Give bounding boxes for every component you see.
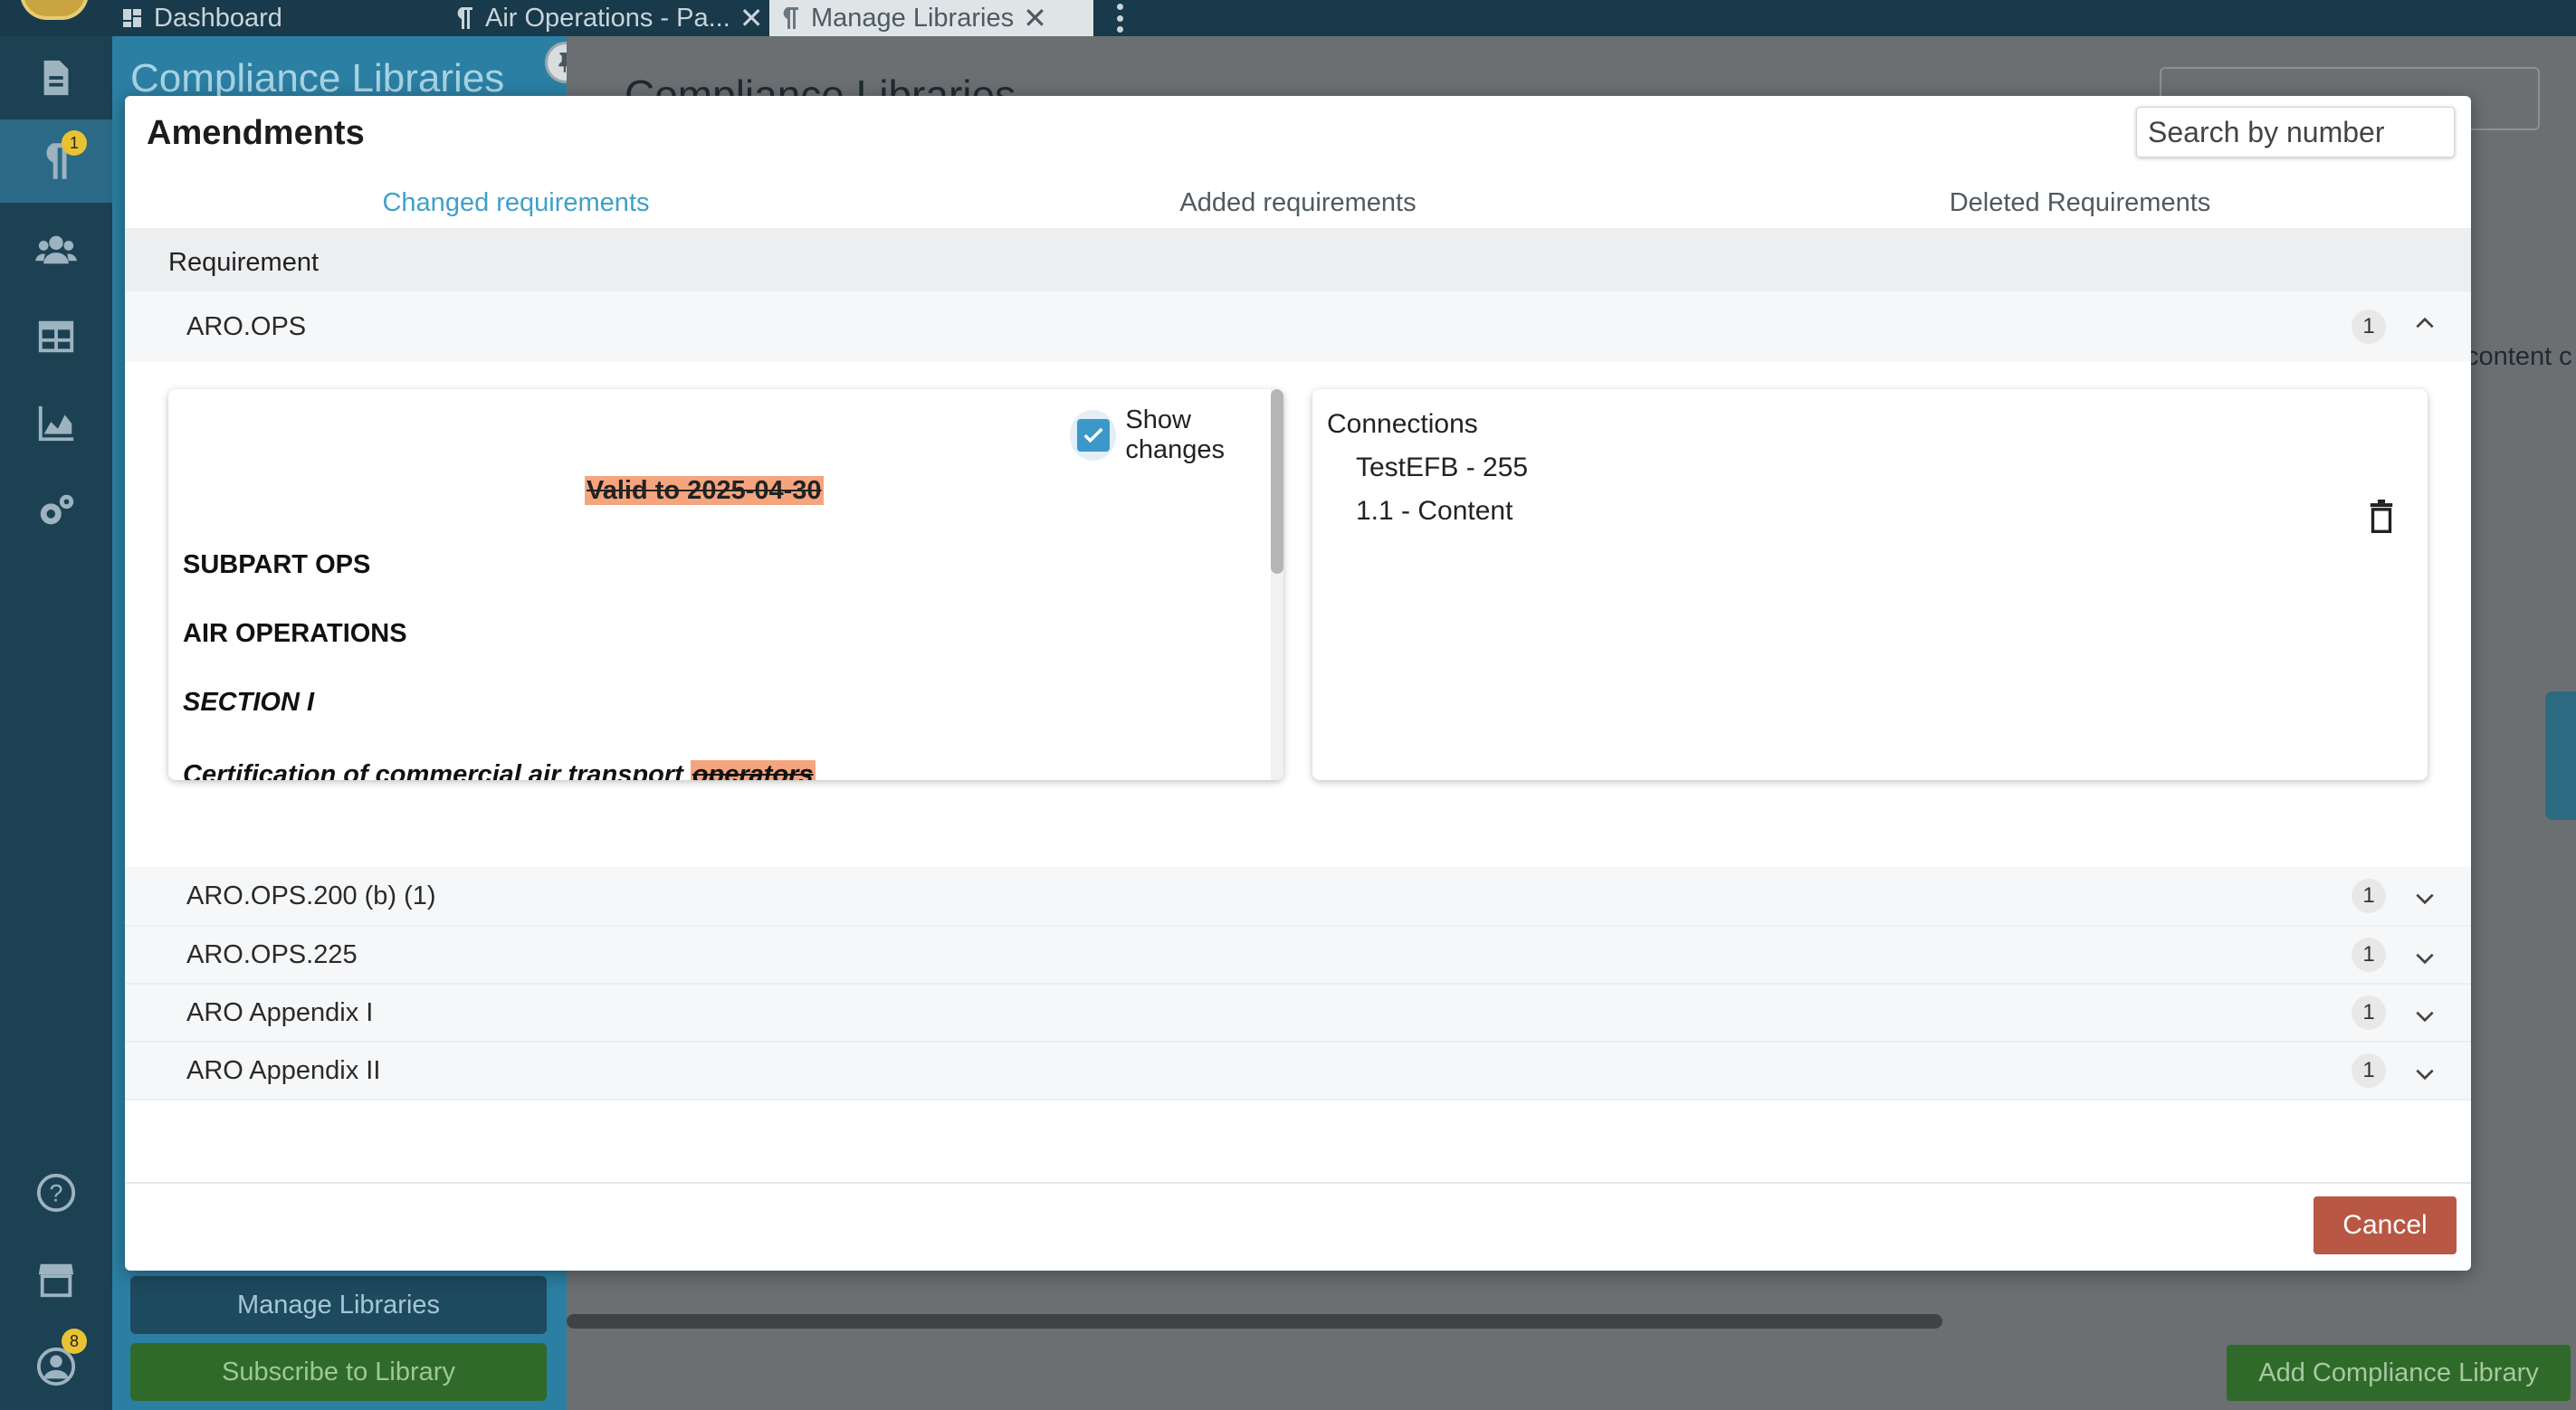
connection-item: TestEFB - 255: [1356, 453, 1529, 482]
tab-dashboard[interactable]: Dashboard: [112, 0, 438, 36]
requirement-label: ARO Appendix II: [186, 1055, 381, 1085]
table-row[interactable]: ARO.OPS 1: [125, 291, 2471, 364]
tab-label: Manage Libraries: [811, 3, 1015, 33]
store-icon: [38, 1263, 74, 1298]
help-tab[interactable]: [2545, 691, 2576, 820]
count-badge: 1: [2352, 938, 2386, 972]
show-changes-checkbox[interactable]: [1070, 410, 1117, 461]
rail-item-settings[interactable]: [0, 469, 112, 552]
more-tabs-icon[interactable]: [1117, 4, 1124, 33]
app-logo: [20, 0, 89, 20]
tab-changed-requirements[interactable]: Changed requirements: [125, 174, 907, 232]
help-icon: ?: [36, 1173, 76, 1213]
cancel-button[interactable]: Cancel: [2314, 1196, 2457, 1254]
connections-card: Connections TestEFB - 255 1.1 - Content: [1312, 389, 2428, 780]
connection-item: 1.1 - Content: [1356, 496, 1513, 526]
footer-divider: [125, 1182, 2471, 1184]
requirement-label: ARO.OPS.200 (b) (1): [186, 881, 436, 910]
valid-to-removed: Valid to 2025-04-30: [585, 476, 824, 505]
table-header: Requirement: [125, 228, 2471, 297]
paragraph-icon: [783, 7, 798, 29]
doc-line-certification: Certification of commercial air transpor…: [183, 760, 816, 780]
top-tab-bar: Dashboard Air Operations - Pa... ✕ Manag…: [0, 0, 2576, 36]
amendments-dialog: Amendments Changed requirements Added re…: [125, 96, 2471, 1271]
tab-added-requirements[interactable]: Added requirements: [907, 174, 1689, 232]
manage-libraries-button[interactable]: Manage Libraries: [130, 1276, 547, 1334]
dialog-title: Amendments: [147, 114, 365, 152]
amendment-tabs: Changed requirements Added requirements …: [125, 174, 2471, 232]
chevron-down-icon[interactable]: [2411, 885, 2438, 912]
table-row[interactable]: ARO.OPS.200 (b) (1) 1: [125, 867, 2471, 927]
show-changes-toggle[interactable]: Show changes: [1070, 405, 1283, 465]
rail-item-reports[interactable]: [0, 382, 112, 465]
tab-air-operations[interactable]: Air Operations - Pa... ✕: [444, 0, 766, 36]
notification-badge: 1: [62, 130, 87, 156]
requirement-text-card: Show changes Valid to 2025-04-30 SUBPART…: [168, 389, 1283, 780]
doc-line-section: SECTION I: [183, 688, 315, 717]
svg-text:?: ?: [50, 1180, 63, 1207]
document-icon: [43, 60, 69, 96]
chevron-down-icon[interactable]: [2411, 1003, 2438, 1030]
requirement-label: ARO.OPS.225: [186, 939, 358, 969]
settings-icon: [40, 494, 74, 525]
table-row[interactable]: ARO Appendix II 1: [125, 1043, 2471, 1100]
tab-deleted-requirements[interactable]: Deleted Requirements: [1689, 174, 2471, 232]
nav-rail: 1 ? 8: [0, 36, 112, 1410]
connections-title: Connections: [1327, 409, 1478, 439]
table-icon: [38, 320, 74, 353]
rail-item-help[interactable]: ?: [0, 1151, 112, 1234]
notification-badge: 8: [62, 1329, 87, 1354]
subscribe-library-button[interactable]: Subscribe to Library: [130, 1343, 547, 1401]
rail-item-libraries[interactable]: 1: [0, 119, 112, 203]
panel-title: Compliance Libraries: [130, 56, 505, 100]
count-badge: 1: [2352, 879, 2386, 913]
content-snippet: content c: [2466, 342, 2572, 371]
count-badge: 1: [2352, 1053, 2386, 1088]
requirement-label: ARO Appendix I: [186, 997, 374, 1027]
tab-label: Dashboard: [154, 3, 282, 33]
count-badge: 1: [2352, 310, 2386, 344]
search-input[interactable]: [2136, 107, 2455, 157]
rail-item-tables[interactable]: [0, 295, 112, 378]
chevron-down-icon[interactable]: [2411, 945, 2438, 972]
close-icon[interactable]: ✕: [1023, 1, 1047, 35]
check-icon: [1083, 427, 1103, 443]
chevron-down-icon[interactable]: [2411, 1061, 2438, 1088]
trash-icon[interactable]: [2366, 500, 2397, 534]
rail-item-users[interactable]: [0, 208, 112, 291]
table-row[interactable]: ARO Appendix I 1: [125, 985, 2471, 1043]
rail-item-account[interactable]: 8: [0, 1325, 112, 1408]
show-changes-label: Show changes: [1125, 405, 1226, 464]
tab-manage-libraries[interactable]: Manage Libraries ✕: [769, 0, 1093, 36]
rail-item-documents[interactable]: [0, 36, 112, 119]
removed-text: operators: [690, 760, 816, 780]
table-row[interactable]: ARO.OPS.225 1: [125, 927, 2471, 985]
requirement-label: ARO.OPS: [186, 311, 307, 341]
count-badge: 1: [2352, 996, 2386, 1030]
add-compliance-library-button[interactable]: Add Compliance Library: [2227, 1345, 2571, 1401]
rail-item-store[interactable]: [0, 1238, 112, 1321]
close-icon[interactable]: ✕: [739, 1, 764, 35]
chevron-up-icon[interactable]: [2411, 310, 2438, 337]
tab-label: Air Operations - Pa...: [485, 3, 730, 33]
horizontal-scrollbar[interactable]: [567, 1314, 1942, 1329]
expanded-detail: Show changes Valid to 2025-04-30 SUBPART…: [125, 362, 2471, 871]
users-icon: [35, 235, 77, 264]
doc-line-subpart: SUBPART OPS: [183, 550, 371, 579]
dashboard-icon: [123, 9, 141, 27]
paragraph-icon: [457, 7, 472, 29]
chart-icon: [38, 405, 74, 442]
text-scrollbar[interactable]: [1271, 389, 1283, 780]
doc-line-air-operations: AIR OPERATIONS: [183, 619, 407, 648]
